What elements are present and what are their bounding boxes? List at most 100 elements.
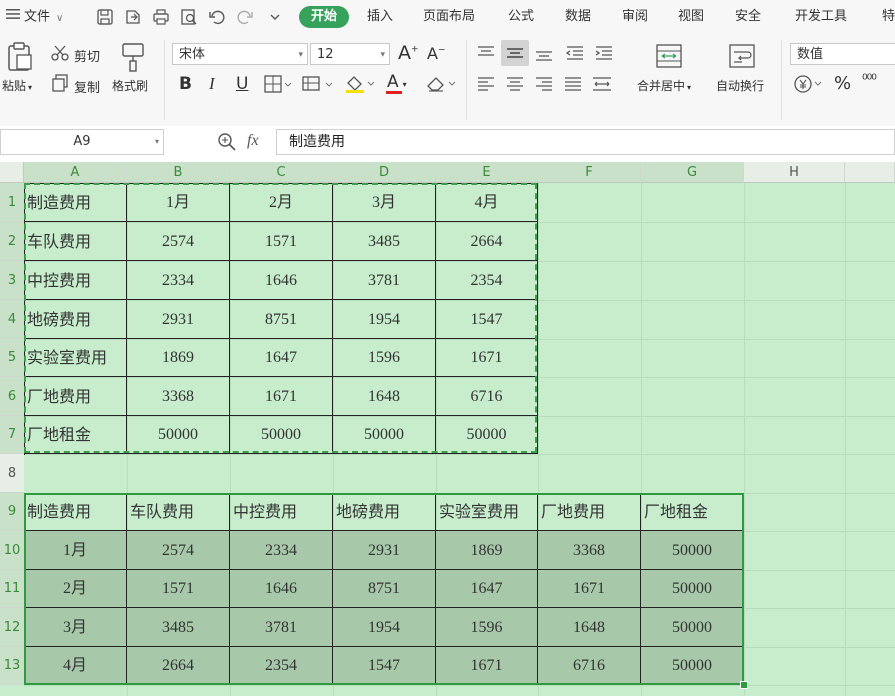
row-header-3[interactable]: 3 [0,261,24,300]
tab-view[interactable]: 视图 [678,0,704,34]
redo-icon[interactable] [236,8,254,26]
print-icon[interactable] [152,8,170,26]
column-header-d[interactable]: D [333,162,436,183]
align-bottom-icon[interactable] [534,44,554,62]
tab-developer[interactable]: 开发工具 [795,0,847,34]
row-header-7[interactable]: 7 [0,416,24,454]
copy-icon[interactable] [51,74,69,92]
tab-formulas[interactable]: 公式 [508,0,534,34]
merge-center-icon[interactable] [656,44,682,68]
row-header-8[interactable]: 8 [0,454,24,493]
column-header-h[interactable]: H [744,162,845,183]
align-left-icon[interactable] [476,76,496,94]
gridline [845,183,846,696]
shrink-font-button[interactable]: A− [427,44,446,63]
selection-border [24,493,744,685]
fill-color-icon[interactable] [344,74,376,94]
column-header-overflow[interactable] [845,162,895,183]
row-header-5[interactable]: 5 [0,339,24,377]
row-header-1[interactable]: 1 [0,183,24,222]
row-header-4[interactable]: 4 [0,300,24,339]
tab-data[interactable]: 数据 [565,0,591,34]
export-icon[interactable] [124,8,142,26]
merge-center-button[interactable]: 合并居中 ▾ [637,77,691,94]
formula-input[interactable]: 制造费用 [276,129,895,155]
menu-bar: 文件 ∨ 开始 插入 页面布局 公式 数据 审阅 视图 安全 开发工具 特 [0,0,895,34]
row-header-6[interactable]: 6 [0,377,24,416]
column-header-e[interactable]: E [436,162,538,183]
cut-button[interactable]: 剪切 [74,46,100,65]
file-menu-label: 文件 [24,9,51,25]
font-color-bar [386,91,402,94]
tab-overflow[interactable]: 特 [882,0,895,34]
tab-home[interactable]: 开始 [299,6,349,28]
row-header-2[interactable]: 2 [0,222,24,261]
row-header-11[interactable]: 11 [0,570,24,608]
increase-indent-icon[interactable] [594,44,614,62]
row-header-12[interactable]: 12 [0,608,24,647]
wrap-text-icon[interactable] [729,44,755,68]
gridline [24,454,895,455]
row-header-13[interactable]: 13 [0,647,24,685]
select-all-corner[interactable] [0,162,24,183]
wrap-text-button[interactable]: 自动换行 [716,77,764,94]
format-painter-icon[interactable] [120,42,146,72]
name-box[interactable]: A9 ▾ [0,129,164,155]
fill-handle[interactable] [740,681,748,689]
number-format-select[interactable]: 数值 [790,43,895,65]
ribbon: 粘贴▾ 剪切 复制 格式刷 宋体▾ 12▾ A+ A− B I U A▾ [0,34,895,127]
paste-button[interactable] [6,42,34,72]
row-header-9[interactable]: 9 [0,493,24,531]
format-painter-button[interactable]: 格式刷 [112,77,148,94]
thousands-separator-button[interactable]: ⁰⁰⁰ [862,72,877,88]
scissors-icon[interactable] [51,45,69,61]
ribbon-separator [164,40,165,120]
spreadsheet-grid[interactable]: A B C D E F G H 1 2 3 4 5 6 7 8 9 10 11 12 13 制造费用 1月 2月 3月 4月 车队费… [0,162,895,696]
column-header-a[interactable]: A [24,162,127,183]
clear-eraser-icon[interactable] [425,74,457,94]
copy-marquee [24,183,537,453]
bold-button[interactable]: B [179,74,192,94]
save-icon[interactable] [96,8,114,26]
cell-style-icon[interactable] [302,75,334,93]
chevron-down-icon: ▾ [687,83,692,92]
tab-page-layout[interactable]: 页面布局 [423,0,475,34]
font-name-select[interactable]: 宋体 ▾ [172,43,308,65]
currency-icon[interactable] [793,74,825,94]
tab-security[interactable]: 安全 [735,0,761,34]
align-center-icon[interactable] [505,76,525,94]
gridline [24,685,895,686]
align-top-icon[interactable] [476,44,496,62]
font-color-button[interactable]: A ▾ [387,72,407,92]
print-preview-icon[interactable] [180,8,198,26]
customize-chevron-icon[interactable] [266,8,284,26]
italic-button[interactable]: I [209,74,215,94]
row-header-10[interactable]: 10 [0,531,24,570]
undo-icon[interactable] [208,8,226,26]
column-header-b[interactable]: B [127,162,230,183]
column-header-c[interactable]: C [230,162,333,183]
tab-review[interactable]: 审阅 [622,0,648,34]
decrease-indent-icon[interactable] [565,44,585,62]
chevron-down-icon: ▾ [28,83,33,92]
paste-label[interactable]: 粘贴 ▾ [2,77,32,94]
fx-button[interactable]: fx [247,132,259,150]
justify-icon[interactable] [563,76,583,94]
borders-icon[interactable] [264,75,292,93]
column-header-f[interactable]: F [538,162,641,183]
formula-bar: A9 ▾ fx 制造费用 [0,126,895,163]
grow-font-button[interactable]: A+ [398,42,419,64]
tab-insert[interactable]: 插入 [367,0,393,34]
hamburger-icon [6,0,20,34]
underline-button[interactable]: U [236,74,248,94]
distribute-icon[interactable] [591,76,613,94]
copy-button[interactable]: 复制 [74,77,100,96]
percent-button[interactable]: % [834,73,851,94]
font-size-select[interactable]: 12 ▾ [310,43,390,65]
align-middle-icon[interactable] [501,40,529,66]
gridline [744,183,745,696]
column-header-g[interactable]: G [641,162,744,183]
file-menu[interactable]: 文件 ∨ [6,0,63,34]
align-right-icon[interactable] [534,76,554,94]
zoom-search-icon[interactable] [217,132,237,152]
